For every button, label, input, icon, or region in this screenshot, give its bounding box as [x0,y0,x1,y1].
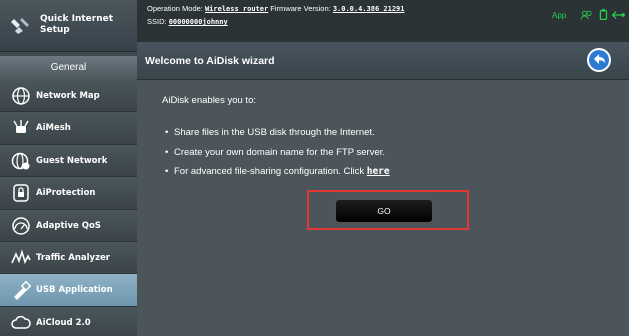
cloud-icon [11,315,31,329]
status-icons [580,8,625,20]
quick-internet-setup-button[interactable]: Quick Internet Setup [0,0,137,52]
sidebar-item-label: AiMesh [36,123,71,134]
globe-icon [12,87,30,105]
advanced-sharing-text: For advanced file-sharing configuration.… [174,166,365,177]
sidebar-item-adaptive-qos[interactable]: Adaptive QoS [0,209,137,242]
quick-setup-icon [11,18,29,34]
operation-mode-label: Operation Mode: [147,4,203,13]
sidebar-item-label: Guest Network [36,155,108,166]
sidebar-item-label: Adaptive QoS [36,220,101,231]
status-bar: Operation Mode: Wireless router Firmware… [137,0,629,40]
sidebar-item-label: Network Map [36,91,100,101]
operation-mode-link[interactable]: Wireless router [205,5,268,13]
sidebar-item-aimesh[interactable]: AiMesh [0,112,137,145]
usb-icon [14,281,31,301]
sidebar-item-guest-network[interactable]: Guest Network [0,144,137,178]
mesh-router-icon [13,120,29,134]
bullet-ftp-domain: Create your own domain name for the FTP … [165,147,385,158]
intro-text: AiDisk enables you to: [162,95,256,106]
network-share-icon[interactable] [611,11,625,19]
bullet-share-files: Share files in the USB disk through the … [165,127,375,138]
sidebar-item-aicloud[interactable]: AiCloud 2.0 [0,306,137,336]
operation-mode-line: Operation Mode: Wireless router Firmware… [147,4,404,13]
sidebar: Quick Internet Setup General Network Map… [0,0,137,336]
here-link[interactable]: here [367,166,390,177]
ssid-line: SSID: 00000000johnny [147,17,228,26]
ssid-label: SSID: [147,17,167,26]
sidebar-item-label: AiCloud 2.0 [36,317,91,328]
usb-status-icon[interactable] [599,8,608,20]
back-arrow-icon[interactable] [586,47,612,73]
sidebar-item-network-map[interactable]: Network Map [0,80,137,113]
firmware-label: Firmware Version: [270,4,331,13]
page-title: Welcome to AiDisk wizard [145,55,275,67]
sidebar-item-label: AiProtection [36,188,96,199]
sidebar-item-label: USB Application [36,285,113,296]
go-button[interactable]: GO [335,199,433,223]
firmware-version-link[interactable]: 3.0.0.4.386_21291 [333,5,405,13]
lock-shield-icon [13,184,29,202]
sidebar-menu: Network Map AiMesh Guest Network AiProte… [0,80,137,336]
ssid-link[interactable]: 00000000johnny [169,18,228,26]
sidebar-item-usb-application[interactable]: USB Application [0,274,137,307]
traffic-wave-icon [11,249,31,265]
sidebar-item-label: Traffic Analyzer [36,252,110,263]
sidebar-item-aiprotection[interactable]: AiProtection [0,177,137,210]
panel-header: Welcome to AiDisk wizard [137,42,629,80]
app-link[interactable]: App [552,11,566,20]
general-section-header: General [0,56,137,80]
quick-setup-label: Quick Internet Setup [40,14,114,35]
sidebar-item-traffic-analyzer[interactable]: Traffic Analyzer [0,241,137,275]
guest-network-globe-icon [11,152,30,170]
speedometer-icon [12,216,30,235]
aidisk-wizard-panel: Welcome to AiDisk wizard AiDisk enables … [137,42,629,336]
users-icon[interactable] [580,10,592,20]
bullet-advanced-sharing: For advanced file-sharing configuration.… [165,166,390,177]
